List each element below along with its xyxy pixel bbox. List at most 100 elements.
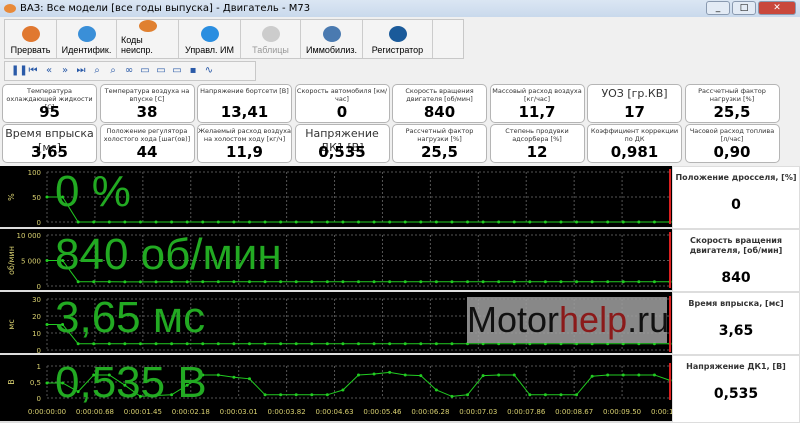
data-point (263, 342, 267, 346)
chart-panel: 0 5 000 10 000 об/мин 840 об/мин (0, 229, 672, 292)
data-point (170, 342, 174, 346)
save-icon[interactable]: ▪ (187, 65, 199, 77)
data-point (434, 388, 438, 392)
chart-icon[interactable]: ∿ (203, 65, 215, 77)
data-point (201, 220, 205, 224)
data-point (403, 280, 407, 284)
toolbar-button-2[interactable]: Коды неиспр. (117, 20, 179, 58)
data-point (419, 280, 423, 284)
side-readout-panel: Напряжение ДК1, [В] 0,535 (672, 355, 800, 423)
toolbar-button-3[interactable]: Управл. ИМ (179, 20, 241, 58)
data-point (310, 220, 314, 224)
folder-open-icon[interactable]: ▭ (171, 65, 183, 77)
y-tick-label: 0 (37, 395, 41, 403)
data-point (201, 342, 205, 346)
data-point (232, 280, 236, 284)
folder-up-icon[interactable]: ▭ (155, 65, 167, 77)
gauge-value: 0 (336, 103, 348, 121)
gauge-label: Степень продувки адсорбера [%] (505, 127, 569, 143)
data-point (637, 280, 641, 284)
x-tick-label: 0:00:07.03 (459, 408, 497, 416)
data-point (497, 373, 501, 377)
data-point (45, 259, 49, 262)
first-icon[interactable]: ⏮ (27, 65, 39, 77)
data-point (138, 342, 142, 346)
data-point (201, 280, 205, 284)
toolbar-button-6[interactable]: Регистратор (363, 20, 433, 58)
data-point (92, 220, 96, 224)
toolbar-button-5[interactable]: Иммобилиз. (301, 20, 363, 58)
toolbar-button-label: Таблицы (252, 45, 289, 55)
x-tick-label: 0:00:03.82 (268, 408, 306, 416)
minimize-button[interactable]: _ (706, 1, 730, 15)
data-point (419, 220, 423, 224)
data-point (279, 280, 283, 284)
prev-icon[interactable]: « (43, 65, 55, 77)
data-point (107, 280, 111, 284)
gauge-value: 95 (39, 103, 60, 121)
y-tick-label: 0 (37, 283, 41, 291)
x-tick-label: 0:00:03.01 (220, 408, 258, 416)
data-point (575, 220, 579, 224)
pause-icon[interactable]: ❚❚ (11, 65, 28, 77)
abort-icon (21, 26, 40, 42)
data-point (637, 220, 641, 224)
data-point (388, 220, 392, 224)
maximize-button[interactable]: □ (732, 1, 756, 15)
data-point (357, 342, 360, 346)
y-tick-label: 50 (32, 194, 41, 202)
toolbar-button-4[interactable]: Таблицы (241, 20, 301, 58)
data-point (138, 280, 142, 284)
zoom-out-icon[interactable]: ⌕ (91, 65, 103, 77)
window-title: ВАЗ: Все модели [все годы выпуска] - Дви… (20, 3, 311, 14)
folder-new-icon[interactable]: ▭ (139, 65, 151, 77)
data-point (45, 323, 49, 326)
side-title: Скорость вращения двигателя, [об/мин] (689, 236, 783, 255)
data-point (434, 280, 438, 284)
data-point (466, 393, 470, 397)
data-point (341, 342, 345, 346)
y-tick-label: 30 (32, 296, 41, 304)
data-point (92, 280, 96, 284)
data-point (621, 220, 625, 224)
data-point (294, 342, 298, 346)
gauge-label: Массовый расход воздуха [кг/час] (492, 87, 582, 103)
data-point (341, 220, 345, 224)
next-icon[interactable]: » (59, 65, 71, 77)
toolbar-button-1[interactable]: Идентифик. (57, 20, 117, 58)
x-tick-label: 0:00:10.31 (651, 408, 672, 416)
data-point (325, 280, 329, 284)
gauge-tile: Скорость вращения двигателя [об/мин] 840 (392, 84, 487, 123)
data-point (575, 393, 579, 397)
x-tick-label: 0:00:04.63 (315, 408, 353, 416)
toolbar-button-0[interactable]: Прервать (5, 20, 57, 58)
gauge-value: 12 (526, 143, 548, 161)
data-point (216, 373, 220, 377)
gauge-label: Положение регулятора холостого хода [шаг… (103, 127, 191, 143)
x-tick-label: 0:00:08.67 (555, 408, 593, 416)
data-point (154, 220, 158, 224)
data-point (419, 342, 423, 346)
toolbar-button-label: Регистратор (371, 45, 424, 55)
toolbar-button-label: Управл. ИМ (185, 45, 234, 55)
data-point (543, 280, 547, 284)
close-button[interactable]: ✕ (758, 1, 796, 15)
x-tick-label: 0:00:06.28 (411, 408, 449, 416)
gauge-value: 840 (423, 103, 456, 121)
y-axis-label: об/мин (7, 246, 16, 275)
gauge-value: 17 (624, 103, 645, 121)
y-tick-label: 5 000 (21, 258, 41, 266)
main-toolbar: Прервать Идентифик. Коды неиспр. Управл. ИМ… (4, 19, 464, 59)
zoom-in-icon[interactable]: ⌕ (107, 65, 119, 77)
last-icon[interactable]: ⏭ (75, 65, 87, 77)
data-point (263, 393, 267, 397)
data-point (497, 280, 501, 284)
gauge-value: 3,65 (30, 143, 68, 161)
data-point (92, 342, 96, 346)
data-point (606, 373, 610, 377)
gauge-tile: Скорость автомобиля [км/час] 0 (294, 84, 390, 123)
data-point (279, 220, 283, 224)
data-point (185, 220, 189, 224)
side-value: 0 (731, 197, 741, 213)
link-icon[interactable]: ∞ (123, 65, 135, 77)
